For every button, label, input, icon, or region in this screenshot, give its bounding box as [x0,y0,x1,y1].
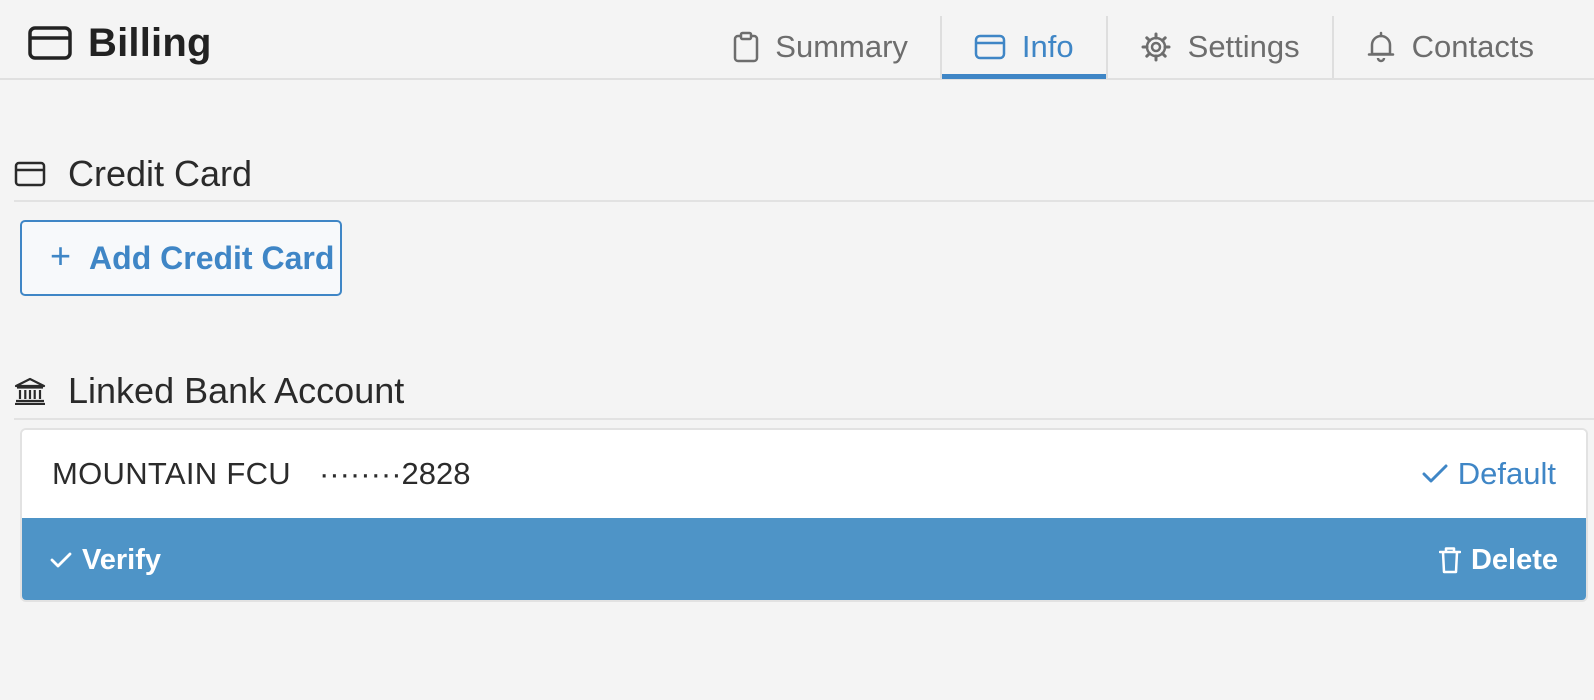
add-credit-card-label: Add Credit Card [89,239,335,276]
default-label: Default [1457,456,1556,491]
tab-bar: Summary Info Settings Contacts [701,16,1566,79]
section-title: Credit Card [68,153,253,194]
page-title: Billing [88,20,212,65]
bell-icon [1366,31,1396,63]
bank-icon [14,377,46,405]
credit-card-section-heading: Credit Card [14,148,1594,202]
credit-card-icon [974,34,1006,60]
verify-button[interactable]: Verify [50,544,161,577]
bank-account-row: MOUNTAIN FCU ········2828 Default [22,430,1586,518]
verify-label: Verify [82,543,161,576]
credit-card-icon [28,26,72,60]
section-title: Linked Bank Account [68,370,405,411]
bank-section-heading: Linked Bank Account [14,364,1594,420]
tab-label: Info [1021,29,1074,64]
plus-icon: + [50,235,72,276]
account-action-bar: Verify Delete [22,518,1586,600]
bank-name: MOUNTAIN FCU [52,456,291,491]
page-brand: Billing [28,18,212,68]
bank-account-card: MOUNTAIN FCU ········2828 Default Verify [20,428,1588,602]
checkmark-icon [1422,463,1448,485]
tab-label: Contacts [1411,29,1534,64]
delete-label: Delete [1470,543,1558,576]
tab-settings[interactable]: Settings [1105,16,1332,78]
gear-icon [1140,31,1172,63]
tab-info[interactable]: Info [939,16,1106,79]
checkmark-icon [50,551,72,569]
tab-label: Settings [1187,29,1300,64]
account-number: ········2828 [318,456,471,491]
default-indicator: Default [1422,456,1556,492]
tab-summary[interactable]: Summary [701,16,940,78]
trash-icon [1438,546,1461,574]
page-header: Billing Summary Info Settings Contacts [0,0,1594,80]
tab-contacts[interactable]: Contacts [1331,16,1566,78]
delete-button[interactable]: Delete [1438,543,1558,577]
tab-label: Summary [775,29,908,64]
credit-card-icon [14,161,46,187]
add-credit-card-button[interactable]: + Add Credit Card [20,220,342,296]
clipboard-icon [733,31,759,63]
